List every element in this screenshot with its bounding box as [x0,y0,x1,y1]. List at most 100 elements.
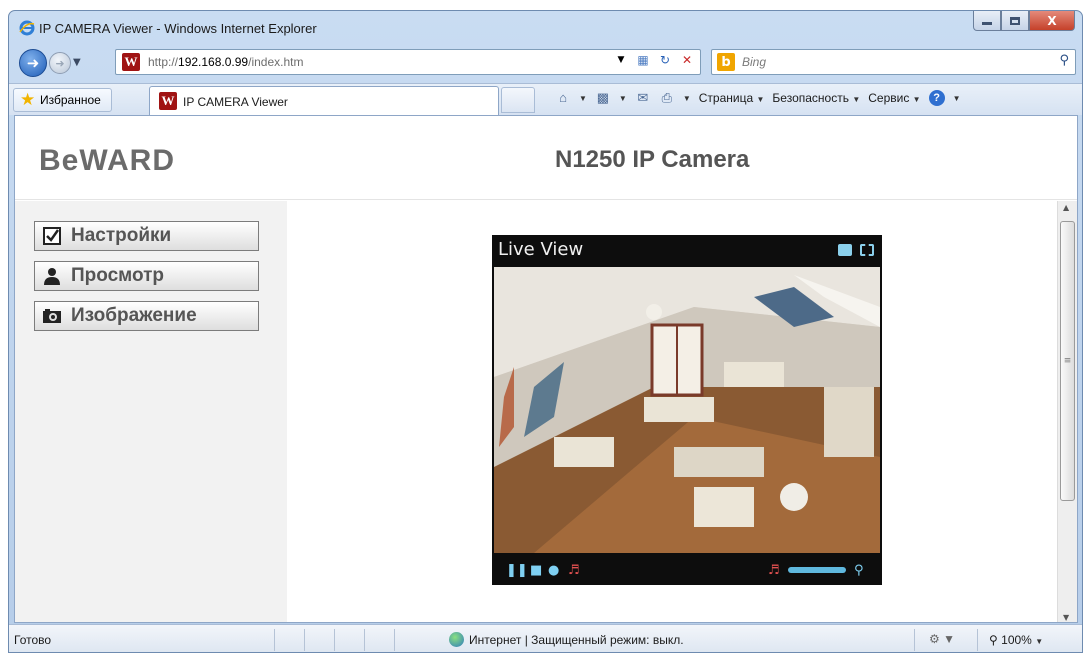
menu-settings-label: Настройки [71,225,172,246]
scroll-up-icon[interactable]: ▲ [1063,203,1069,212]
tab-ip-camera-viewer[interactable]: W IP CAMERA Viewer [149,86,499,116]
zoom-icon: ⚲ [989,633,998,647]
status-divider [274,629,275,651]
home-icon[interactable]: ⌂ [555,91,571,105]
mail-icon[interactable]: ✉ [635,91,651,105]
zoom-level[interactable]: ⚲ 100% ▼ [989,633,1043,647]
compatibility-view-icon[interactable]: ▦ [634,53,652,67]
refresh-icon[interactable]: ↻ [656,53,674,67]
chevron-down-icon: ▼ [912,95,921,104]
title-bar: IP CAMERA Viewer - Windows Internet Expl… [9,11,1082,45]
scroll-thumb[interactable]: ≡ [1060,221,1075,501]
url-host: 192.168.0.99 [178,55,249,69]
page-content: BeWARD N1250 IP Camera Настройки Просмот… [14,115,1078,623]
address-dropdown-icon[interactable]: ▼ [612,55,630,65]
stop-icon[interactable]: ■ [530,563,542,578]
live-view-controls: ❚❚ ■ ● ♬ ♬ ⚲ [492,553,882,585]
print-icon[interactable]: ⎙ [659,91,675,105]
new-tab-button[interactable] [501,87,535,113]
favorites-label: Избранное [40,93,101,107]
window-controls: X [973,11,1075,33]
pause-icon[interactable]: ❚❚ [506,563,528,578]
record-icon[interactable]: ● [548,563,559,578]
page-menu-label: Страница [698,91,754,105]
url-prefix: http:// [148,55,179,69]
fullscreen-icon[interactable] [860,244,874,256]
security-zone[interactable]: Интернет | Защищенный режим: выкл. [469,633,684,647]
chevron-down-icon: ▼ [1035,637,1044,646]
close-button[interactable]: X [1029,11,1075,31]
help-icon[interactable]: ? [928,90,945,106]
snapshot-icon[interactable] [838,244,852,256]
back-arrow-icon: ➜ [26,54,40,72]
menu-settings-button[interactable]: Настройки [34,221,259,251]
menu-view-button[interactable]: Просмотр [34,261,259,291]
globe-icon [449,632,464,647]
status-divider [304,629,305,651]
favorites-button[interactable]: ★ Избранное [13,88,112,112]
back-button[interactable]: ➜ [19,49,47,77]
camera-video-image [494,267,880,553]
safety-menu-label: Безопасность [772,91,849,105]
menu-image-button[interactable]: Изображение [34,301,259,331]
search-box[interactable]: b Bing ⚲ [711,49,1076,75]
safety-menu[interactable]: Безопасность ▼ [772,91,860,105]
stop-icon[interactable]: ✕ [678,53,696,67]
help-dropdown-icon[interactable]: ▼ [953,94,961,103]
browser-window: IP CAMERA Viewer - Windows Internet Expl… [8,10,1083,653]
forward-button[interactable]: ➜ [49,52,71,74]
search-placeholder: Bing [742,55,767,69]
address-url[interactable]: http://192.168.0.99/index.htm [148,55,303,69]
zoom-value: 100% [1001,633,1032,647]
forward-arrow-icon: ➜ [55,56,65,70]
tools-menu-label: Сервис [868,91,910,105]
live-view-title: Live View [498,239,584,260]
chevron-down-icon: ▼ [756,95,765,104]
tools-menu[interactable]: Сервис ▼ [868,91,920,105]
search-icon[interactable]: ⚲ [1059,53,1069,68]
live-view-icons [838,244,874,256]
protected-mode-icon[interactable]: ⚙ ▼ [929,632,955,646]
favorites-bar: ★ Избранное W IP CAMERA Viewer ⌂ ▼ ▩ ▼ ✉ ⎙… [9,83,1082,116]
page-menu[interactable]: Страница ▼ [699,91,765,105]
vertical-scrollbar[interactable]: ▲ ≡ ▼ [1057,201,1077,622]
star-icon: ★ [20,90,36,109]
ie-logo-icon [19,20,35,36]
print-dropdown-icon[interactable]: ▼ [683,94,691,103]
microphone-off-icon[interactable]: ♬ [568,563,580,578]
maximize-button[interactable] [1001,11,1029,31]
tab-label: IP CAMERA Viewer [183,95,288,109]
site-favicon-icon: W [122,53,140,71]
minimize-icon [982,22,992,25]
bing-icon: b [717,53,735,71]
feeds-icon[interactable]: ▩ [595,91,611,105]
address-bar[interactable]: W http://192.168.0.99/index.htm ▼ ▦ ↻ ✕ [115,49,701,75]
checkbox-icon [41,226,63,246]
page-title: N1250 IP Camera [555,146,750,173]
home-dropdown-icon[interactable]: ▼ [579,94,587,103]
status-divider [914,629,915,651]
status-divider [334,629,335,651]
user-icon [41,266,63,286]
history-dropdown-icon[interactable]: ▼ [73,57,81,68]
command-bar: ⌂ ▼ ▩ ▼ ✉ ⎙ ▼ Страница ▼ Безопасность ▼ Сер… [555,90,961,106]
live-view-panel: Live View ❚❚ ■ ● ♬ ♬ ⚲ [492,235,882,585]
status-divider [394,629,395,651]
beward-logo: BeWARD [39,144,176,177]
maximize-icon [1010,16,1020,25]
feeds-dropdown-icon[interactable]: ▼ [619,94,627,103]
volume-slider[interactable] [788,567,846,573]
status-divider [977,629,978,651]
address-buttons: ▼ ▦ ↻ ✕ [612,53,696,67]
status-text: Готово [14,633,52,647]
camera-icon [41,306,63,326]
minimize-button[interactable] [973,11,1001,31]
scroll-down-icon[interactable]: ▼ [1063,613,1069,622]
status-divider [364,629,365,651]
menu-view-label: Просмотр [71,265,165,286]
url-path: /index.htm [248,55,304,69]
page-header: BeWARD N1250 IP Camera [15,116,1077,200]
tab-favicon-icon: W [159,92,177,110]
zoom-icon[interactable]: ⚲ [854,563,864,578]
speaker-mute-icon[interactable]: ♬ [768,563,780,578]
